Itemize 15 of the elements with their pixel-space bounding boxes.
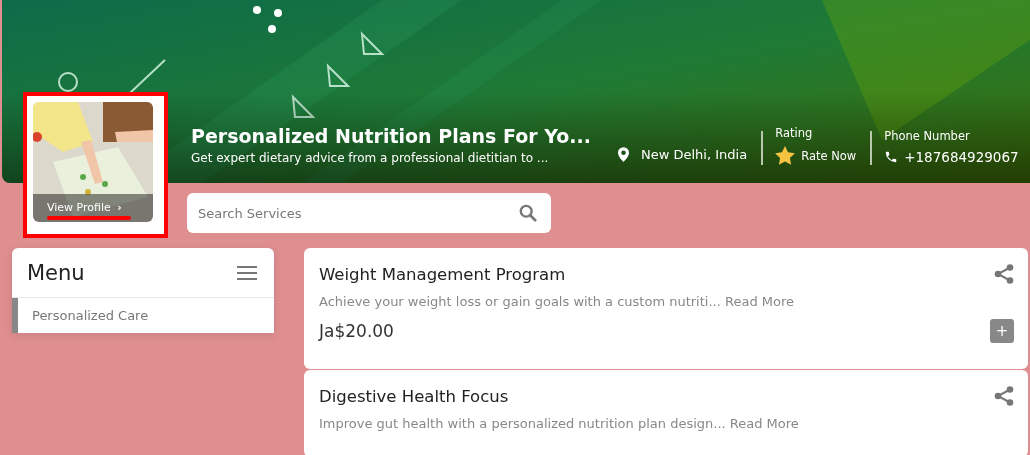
share-icon[interactable] <box>994 386 1014 406</box>
service-description: Improve gut health with a personalized nutrition plan design... Read More <box>319 416 800 431</box>
read-more-link[interactable]: Read More <box>724 294 794 309</box>
menu-title: Menu <box>27 260 85 285</box>
service-title: Digestive Health Focus <box>319 386 509 406</box>
add-button[interactable]: + <box>990 319 1014 343</box>
read-more-link[interactable]: Read More <box>729 416 799 431</box>
service-description: Achieve your weight loss or gain goals with a custom nutriti... Read More <box>319 294 795 309</box>
search-field[interactable]: Search Services <box>187 193 551 233</box>
menu-item[interactable]: Personalized Care <box>12 298 274 333</box>
search-icon <box>519 204 537 222</box>
share-icon[interactable] <box>994 264 1014 284</box>
service-price: Ja$20.00 <box>319 321 394 341</box>
service-title: Weight Management Program <box>319 264 566 284</box>
menu-icon[interactable] <box>237 265 257 280</box>
